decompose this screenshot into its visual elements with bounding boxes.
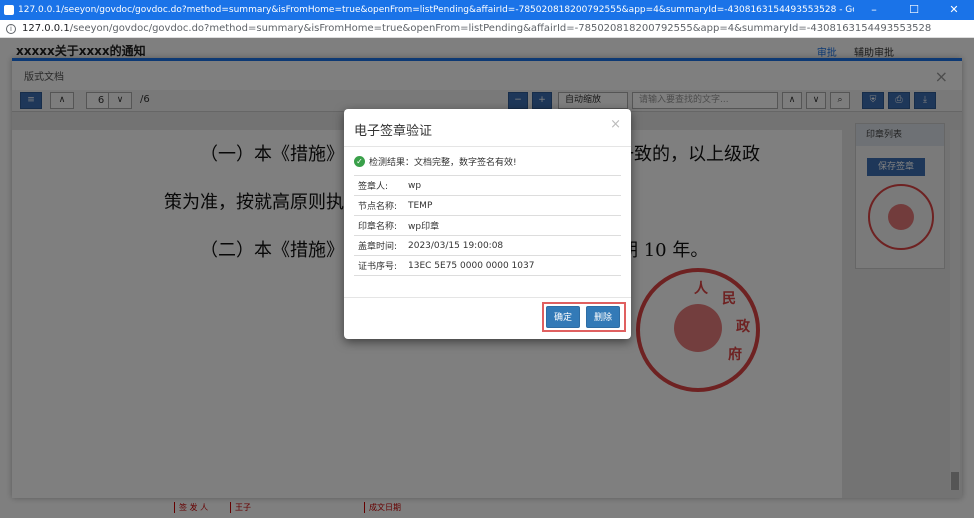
row-label: 节点名称: <box>358 202 398 212</box>
site-info-icon[interactable]: i <box>6 23 16 34</box>
close-window-button[interactable]: ✕ <box>934 0 974 20</box>
table-row: 印章名称: wp印章 <box>354 216 621 236</box>
url-path: /seeyon/govdoc/govdoc.do?method=summary&… <box>69 23 932 34</box>
url-host: 127.0.0.1 <box>22 23 70 34</box>
table-row: 签章人: wp <box>354 176 621 196</box>
minimize-button[interactable]: – <box>854 0 894 20</box>
row-value: 13EC 5E75 0000 0000 1037 <box>408 260 535 271</box>
check-circle-icon: ✓ <box>354 156 365 167</box>
dialog-title: 电子签章验证 <box>354 124 433 139</box>
row-label: 证书序号: <box>358 262 398 272</box>
window-title: 127.0.0.1/seeyon/govdoc/govdoc.do?method… <box>18 5 854 15</box>
row-value: 2023/03/15 19:00:08 <box>408 240 504 251</box>
signature-verify-dialog: 电子签章验证 × ✓ 检测结果：文档完整，数字签名有效! 签章人: wp 节点名… <box>344 109 631 339</box>
address-bar[interactable]: i 127.0.0.1 /seeyon/govdoc/govdoc.do?met… <box>0 20 974 38</box>
row-value: wp印章 <box>408 222 440 232</box>
chrome-favicon-icon <box>4 5 14 15</box>
row-label: 签章人: <box>358 182 389 192</box>
maximize-button[interactable]: ☐ <box>894 0 934 20</box>
row-label: 印章名称: <box>358 222 398 232</box>
check-result: ✓ 检测结果：文档完整，数字签名有效! <box>354 155 517 168</box>
table-row: 证书序号: 13EC 5E75 0000 0000 1037 <box>354 256 621 276</box>
row-value: TEMP <box>408 200 433 211</box>
delete-button[interactable]: 删除 <box>586 306 620 328</box>
check-result-text: 检测结果：文档完整，数字签名有效! <box>369 158 517 168</box>
row-label: 盖章时间: <box>358 242 398 252</box>
dialog-footer: 确定 删除 <box>344 297 631 339</box>
confirm-button[interactable]: 确定 <box>546 306 580 328</box>
dialog-close-icon[interactable]: × <box>610 117 621 132</box>
table-row: 节点名称: TEMP <box>354 196 621 216</box>
signature-info-table: 签章人: wp 节点名称: TEMP 印章名称: wp印章 盖章时间: 2023… <box>354 175 621 276</box>
browser-title-bar: 127.0.0.1/seeyon/govdoc/govdoc.do?method… <box>0 0 974 20</box>
table-row: 盖章时间: 2023/03/15 19:00:08 <box>354 236 621 256</box>
row-value: wp <box>408 180 422 191</box>
